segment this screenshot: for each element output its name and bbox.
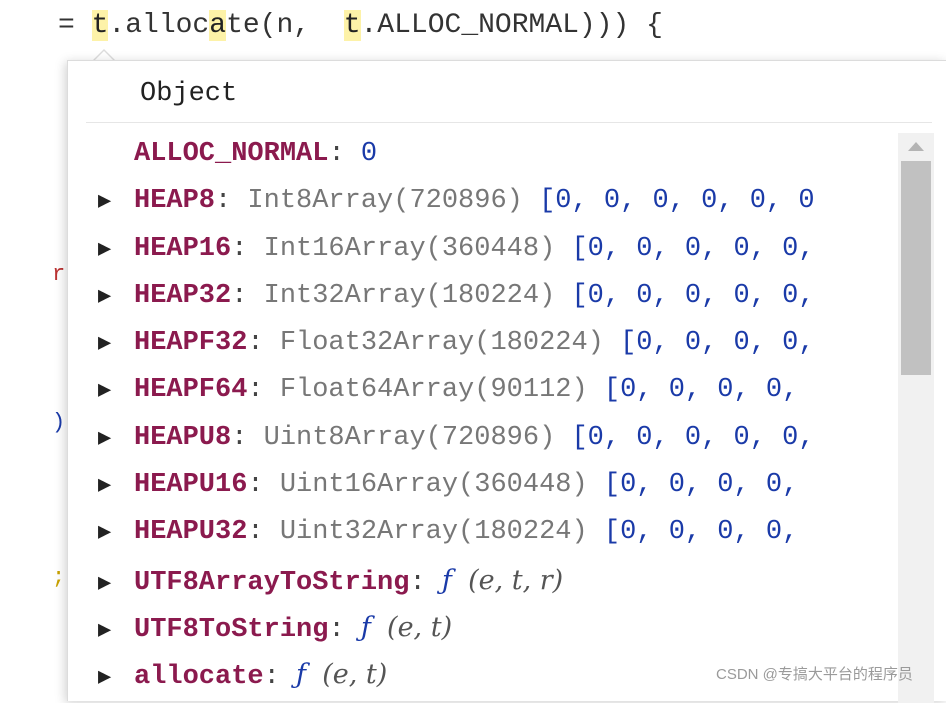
triangle-right-icon[interactable]: ▶	[98, 367, 134, 414]
property-key: HEAPU8	[134, 422, 232, 453]
divider	[86, 122, 932, 123]
property-row-utf8arraytostring[interactable]: ▶ UTF8ArrayToString: ƒ (e, t, r)	[98, 557, 898, 604]
object-inspector-popup[interactable]: Object ALLOC_NORMAL: 0 ▶ HEAP8: Int8Array…	[67, 60, 946, 703]
gutter-fragment: )	[52, 410, 66, 435]
function-icon: ƒ	[360, 611, 371, 643]
function-args: (e, t)	[387, 611, 453, 643]
array-preview: [0, 0, 0, 0, 0,	[571, 280, 815, 311]
array-preview: [0, 0, 0, 0, 0, 0	[539, 186, 815, 217]
property-type: Int8Array(720896)	[247, 186, 523, 217]
property-key: HEAP8	[134, 186, 216, 217]
code-call-part1: .alloc	[108, 10, 210, 41]
property-key: UTF8ArrayToString	[134, 567, 410, 598]
property-row-heapu32[interactable]: ▶ HEAPU32: Uint32Array(180224) [0, 0, 0, …	[98, 509, 898, 556]
triangle-right-icon[interactable]: ▶	[98, 178, 134, 225]
property-type: Int16Array(360448)	[263, 233, 556, 264]
function-icon: ƒ	[441, 564, 452, 596]
property-key: HEAP32	[134, 280, 232, 311]
popup-title: Object	[140, 79, 238, 109]
property-row-heap16[interactable]: ▶ HEAP16: Int16Array(360448) [0, 0, 0, 0,…	[98, 226, 898, 273]
scroll-up-arrow-icon[interactable]	[908, 142, 924, 151]
function-icon: ƒ	[296, 659, 307, 691]
triangle-right-icon[interactable]: ▶	[98, 607, 134, 654]
property-type: Int32Array(180224)	[263, 280, 556, 311]
code-prefix: =	[58, 10, 92, 41]
property-value: 0	[360, 139, 378, 169]
property-key: HEAPU32	[134, 517, 248, 548]
property-row-heapf64[interactable]: ▶ HEAPF64: Float64Array(90112) [0, 0, 0, …	[98, 367, 898, 414]
property-key: ALLOC_NORMAL	[134, 139, 329, 169]
property-type: Float32Array(180224)	[279, 328, 604, 359]
array-preview: [0, 0, 0, 0, 0,	[571, 422, 815, 453]
property-key: HEAPF64	[134, 375, 248, 406]
triangle-right-icon[interactable]: ▶	[98, 320, 134, 367]
property-key: allocate	[134, 662, 264, 693]
property-key: HEAP16	[134, 233, 232, 264]
highlighted-t-token-2[interactable]: t	[343, 10, 361, 41]
property-type: Uint8Array(720896)	[263, 422, 556, 453]
code-call-part2: te(n,	[226, 10, 344, 41]
property-type: Uint16Array(360448)	[279, 470, 588, 501]
triangle-right-icon[interactable]: ▶	[98, 415, 134, 462]
array-preview: [0, 0, 0, 0, 0,	[571, 233, 815, 264]
property-key: HEAPU16	[134, 470, 248, 501]
array-preview: [0, 0, 0, 0,	[620, 328, 815, 359]
highlighted-a-char: a	[209, 10, 227, 41]
function-args: (e, t)	[322, 659, 388, 691]
code-suffix: .ALLOC_NORMAL))) {	[360, 10, 663, 41]
triangle-right-icon[interactable]: ▶	[98, 226, 134, 273]
scrollbar-thumb[interactable]	[901, 161, 931, 375]
triangle-right-icon[interactable]: ▶	[98, 273, 134, 320]
code-line: = t.allocate(n, t.ALLOC_NORMAL))) {	[58, 6, 663, 46]
triangle-right-icon[interactable]: ▶	[98, 509, 134, 556]
array-preview: [0, 0, 0, 0,	[603, 470, 799, 501]
property-row-heap32[interactable]: ▶ HEAP32: Int32Array(180224) [0, 0, 0, 0,…	[98, 273, 898, 320]
property-type: Uint32Array(180224)	[279, 517, 588, 548]
gutter-fragment: r	[52, 262, 66, 287]
property-key: UTF8ToString	[134, 614, 329, 645]
triangle-right-icon[interactable]: ▶	[98, 462, 134, 509]
property-row-alloc-normal: ALLOC_NORMAL: 0	[134, 139, 378, 169]
triangle-right-icon[interactable]: ▶	[98, 654, 134, 701]
gutter-fragment: ;	[52, 565, 66, 590]
property-type: Float64Array(90112)	[279, 375, 588, 406]
property-row-heap8[interactable]: ▶ HEAP8: Int8Array(720896) [0, 0, 0, 0, 0…	[98, 178, 898, 225]
property-row-utf8tostring[interactable]: ▶ UTF8ToString: ƒ (e, t)	[98, 604, 898, 651]
property-list[interactable]: ALLOC_NORMAL: 0 ▶ HEAP8: Int8Array(720896…	[98, 131, 898, 701]
property-key: HEAPF32	[134, 328, 248, 359]
highlighted-t-token[interactable]: t	[91, 10, 109, 41]
property-row-heapf32[interactable]: ▶ HEAPF32: Float32Array(180224) [0, 0, 0,…	[98, 320, 898, 367]
array-preview: [0, 0, 0, 0,	[603, 517, 799, 548]
array-preview: [0, 0, 0, 0,	[603, 375, 799, 406]
property-row-heapu8[interactable]: ▶ HEAPU8: Uint8Array(720896) [0, 0, 0, 0,…	[98, 415, 898, 462]
property-row-heapu16[interactable]: ▶ HEAPU16: Uint16Array(360448) [0, 0, 0, …	[98, 462, 898, 509]
function-args: (e, t, r)	[468, 564, 564, 596]
watermark: CSDN @专搞大平台的程序员	[716, 666, 913, 683]
vertical-scrollbar[interactable]	[898, 133, 934, 703]
triangle-right-icon[interactable]: ▶	[98, 560, 134, 607]
